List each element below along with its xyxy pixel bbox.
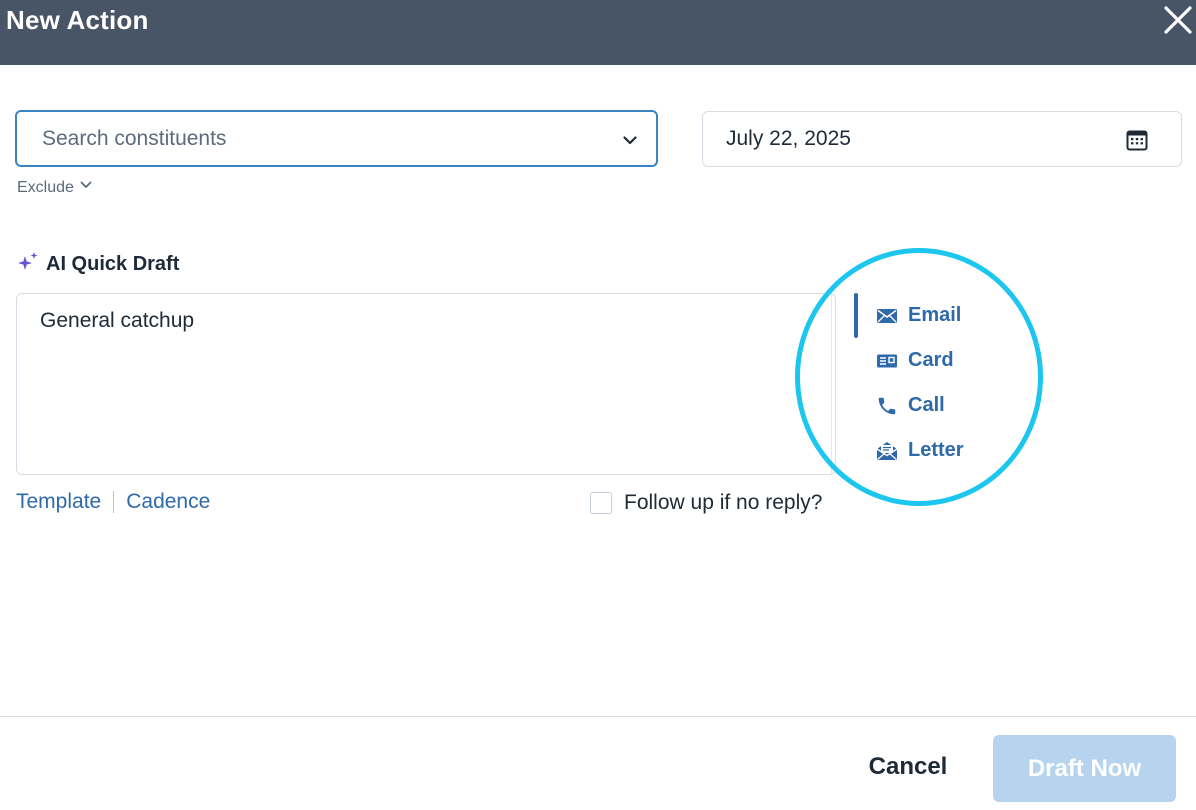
- dialog-header: New Action: [0, 0, 1196, 65]
- channel-label: Email: [908, 304, 962, 326]
- followup-label: Follow up if no reply?: [624, 491, 823, 514]
- cancel-button[interactable]: Cancel: [850, 745, 966, 789]
- channel-divider: [831, 294, 832, 474]
- draft-links: Template Cadence: [16, 490, 210, 514]
- card-icon: [876, 350, 898, 372]
- date-value: July 22, 2025: [726, 127, 851, 150]
- channel-list: Email Card Call Letter: [853, 293, 1033, 473]
- ai-quick-draft-heading: AI Quick Draft: [16, 250, 179, 279]
- letter-icon: [876, 440, 898, 462]
- draft-text[interactable]: General catchup: [40, 309, 194, 333]
- envelope-icon: [876, 305, 898, 327]
- chevron-down-icon: [79, 178, 93, 197]
- cadence-link[interactable]: Cadence: [126, 490, 210, 514]
- exclude-label: Exclude: [17, 178, 74, 196]
- calendar-icon[interactable]: [1125, 128, 1149, 152]
- followup-checkbox[interactable]: [590, 492, 612, 514]
- channel-card[interactable]: Card: [853, 338, 1013, 383]
- phone-icon: [876, 395, 898, 417]
- link-separator: [113, 491, 115, 513]
- channel-call[interactable]: Call: [853, 383, 1013, 428]
- dialog-title: New Action: [6, 5, 149, 35]
- channel-letter[interactable]: Letter: [853, 428, 1013, 473]
- exclude-toggle[interactable]: Exclude: [17, 178, 93, 197]
- sparkle-icon: [16, 250, 40, 279]
- date-field[interactable]: July 22, 2025: [702, 111, 1182, 167]
- search-constituents-field[interactable]: [15, 110, 658, 167]
- draft-now-button[interactable]: Draft Now: [993, 735, 1176, 802]
- ai-quick-draft-label: AI Quick Draft: [46, 253, 180, 275]
- followup-checkbox-row[interactable]: Follow up if no reply?: [590, 491, 822, 515]
- channel-label: Card: [908, 349, 954, 371]
- draft-textarea[interactable]: General catchup: [16, 293, 836, 475]
- channel-email[interactable]: Email: [853, 293, 1013, 338]
- channel-label: Call: [908, 394, 945, 416]
- chevron-down-icon[interactable]: [621, 131, 639, 149]
- close-icon[interactable]: [1160, 2, 1196, 38]
- template-link[interactable]: Template: [16, 490, 101, 514]
- channel-label: Letter: [908, 439, 964, 461]
- search-input[interactable]: [42, 124, 602, 154]
- footer-divider: [0, 716, 1196, 717]
